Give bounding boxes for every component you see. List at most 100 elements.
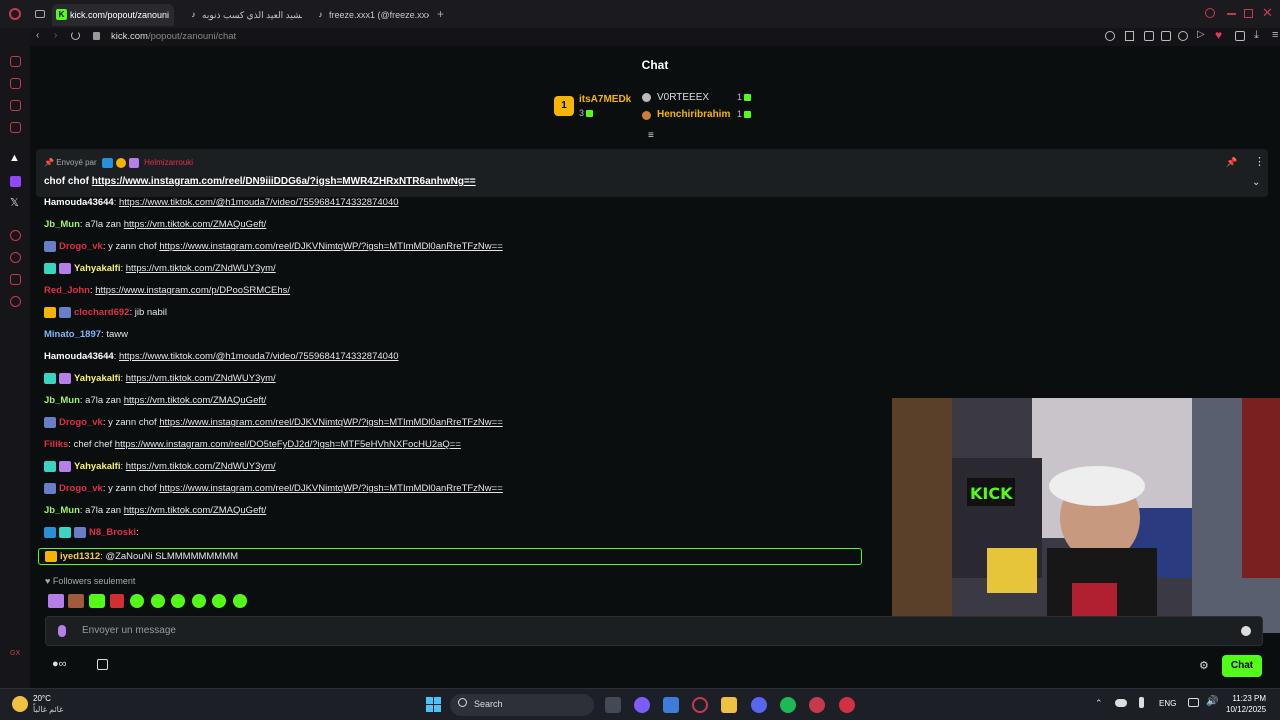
chat-username[interactable]: Hamouda43644 — [44, 351, 114, 362]
weather-icon[interactable] — [12, 696, 28, 712]
clock-time[interactable]: 11:23 PM — [1226, 694, 1266, 703]
volume-icon[interactable]: 🔊 — [1206, 696, 1218, 707]
taskbar-search[interactable]: Search — [450, 694, 594, 716]
minimize-icon[interactable] — [1227, 13, 1236, 15]
microphone-icon[interactable] — [58, 625, 66, 637]
download-icon[interactable]: ⤓ — [1254, 29, 1259, 42]
chat-link[interactable]: https://www.tiktok.com/@h1mouda7/video/7… — [119, 197, 399, 208]
chat-link[interactable]: https://vm.tiktok.com/ZMAQuGeft/ — [124, 395, 267, 406]
file-explorer-icon[interactable] — [721, 697, 737, 713]
opera-icon[interactable] — [809, 697, 825, 713]
chevron-down-icon[interactable]: ⌄ — [1252, 177, 1260, 188]
chat-link[interactable]: https://www.instagram.com/p/DPooSRMCEhs/ — [95, 285, 290, 296]
weather-temp[interactable]: 20°C — [33, 694, 51, 703]
emote-icon[interactable] — [192, 594, 206, 608]
settings-gear-icon[interactable]: ⚙ — [1199, 659, 1209, 672]
pinned-link[interactable]: https://www.instagram.com/reel/DN9iiiDDG… — [92, 176, 476, 187]
leaderboard-first-name[interactable]: itsA7MEDk — [579, 94, 631, 105]
sync-icon[interactable] — [1161, 31, 1171, 41]
heart-icon[interactable]: ♥ — [1215, 28, 1222, 42]
menu-icon[interactable]: ≡ — [1272, 29, 1278, 41]
chat-link[interactable]: https://vm.tiktok.com/ZMAQuGeft/ — [124, 219, 267, 230]
gx-corner-icon[interactable] — [10, 78, 21, 89]
history-icon[interactable] — [10, 252, 21, 263]
emoji-icon[interactable] — [1241, 626, 1251, 636]
emote-icon[interactable] — [130, 594, 144, 608]
settings-icon[interactable] — [10, 296, 21, 307]
gx-control-icon[interactable] — [10, 56, 21, 67]
emote-icon[interactable] — [68, 594, 84, 608]
task-view-icon[interactable] — [605, 697, 621, 713]
emote-icon[interactable] — [233, 594, 247, 608]
infinity-icon[interactable]: ●∞ — [52, 658, 67, 670]
messenger-icon[interactable] — [10, 100, 21, 111]
extensions-icon[interactable] — [10, 274, 21, 285]
pin-action-icon[interactable]: 📌 — [1226, 157, 1237, 168]
account-icon[interactable] — [1235, 31, 1245, 41]
emote-icon[interactable] — [89, 594, 105, 608]
leaderboard-second-name[interactable]: V0RTEEEX — [657, 92, 709, 103]
search-tabs-icon[interactable] — [1205, 8, 1215, 18]
onedrive-icon[interactable] — [1115, 699, 1127, 707]
more-options-icon[interactable]: ⋮ — [1254, 155, 1265, 168]
emote-icon[interactable] — [48, 594, 64, 608]
windows-start-icon[interactable] — [426, 697, 442, 713]
copilot-icon[interactable] — [634, 697, 650, 713]
emote-icon[interactable] — [212, 594, 226, 608]
pinned-sender[interactable]: Helmizarrouki — [144, 158, 193, 167]
bookmark-icon[interactable] — [1125, 31, 1134, 41]
reload-icon[interactable] — [71, 31, 80, 40]
zoom-icon[interactable] — [1105, 31, 1115, 41]
expand-leaderboard-icon[interactable]: ≡ — [648, 130, 654, 141]
app-icon[interactable] — [839, 697, 855, 713]
chat-username[interactable]: Drogo_vk — [59, 417, 103, 428]
url-field[interactable]: kick.com/popout/zanouni/chat — [111, 31, 236, 42]
tray-chevron-icon[interactable]: ⌃ — [1095, 698, 1103, 709]
store-icon[interactable] — [97, 659, 108, 670]
language-indicator[interactable]: ENG — [1159, 699, 1176, 708]
chat-username[interactable]: Filiks — [44, 439, 68, 450]
network-icon[interactable] — [1188, 698, 1199, 707]
vpn-icon[interactable] — [1178, 31, 1188, 41]
clock-date[interactable]: 10/12/2025 — [1226, 705, 1266, 714]
mic-tray-icon[interactable] — [1139, 697, 1144, 708]
chat-link[interactable]: https://vm.tiktok.com/ZNdWUY3ym/ — [126, 373, 276, 384]
maximize-icon[interactable] — [1244, 9, 1253, 18]
emote-icon[interactable] — [171, 594, 185, 608]
player-icon[interactable] — [10, 230, 21, 241]
leaderboard-third-name[interactable]: Henchiribrahim — [657, 109, 730, 120]
send-chat-button[interactable]: Chat — [1222, 655, 1262, 677]
x-sidebar-icon[interactable]: 𝕏 — [10, 196, 19, 209]
store-app-icon[interactable] — [663, 697, 679, 713]
chat-username[interactable]: Yahyakalfi — [74, 461, 120, 472]
chat-username[interactable]: clochard692 — [74, 307, 129, 318]
opera-gx-app-icon[interactable] — [692, 697, 708, 713]
chat-input[interactable]: Envoyer un message — [45, 616, 1263, 646]
chat-link[interactable]: https://vm.tiktok.com/ZMAQuGeft/ — [124, 505, 267, 516]
opera-menu-icon[interactable] — [9, 8, 21, 20]
chat-link[interactable]: https://vm.tiktok.com/ZNdWUY3ym/ — [126, 461, 276, 472]
chat-link[interactable]: https://vm.tiktok.com/ZNdWUY3ym/ — [126, 263, 276, 274]
spotify-icon[interactable] — [780, 697, 796, 713]
workspaces-icon[interactable] — [35, 10, 45, 18]
webcam-overlay[interactable]: KICK — [892, 398, 1280, 633]
chat-link[interactable]: https://www.instagram.com/reel/DO5teFyDJ… — [115, 439, 461, 450]
chat-username[interactable]: Yahyakalfi — [74, 373, 120, 384]
tab-tiktok-1[interactable]: ♪ نشيد العيد الذي كسب ذنوبه — [184, 4, 303, 26]
chat-username[interactable]: Jb_Mun — [44, 219, 80, 230]
twitch-icon[interactable] — [10, 122, 21, 133]
chat-input-placeholder[interactable]: Envoyer un message — [82, 625, 176, 636]
chat-username[interactable]: Drogo_vk — [59, 483, 103, 494]
forward-icon[interactable]: › — [54, 30, 57, 41]
discord-icon[interactable] — [751, 697, 767, 713]
close-icon[interactable]: ✕ — [1262, 5, 1273, 21]
tab-tiktok-2[interactable]: ♪ freeze.xxx1 (@freeze.xxx — [311, 4, 430, 26]
play-icon[interactable]: ▷ — [1197, 29, 1205, 40]
chat-link[interactable]: https://www.instagram.com/reel/DJKVNimtq… — [159, 417, 502, 428]
chat-username[interactable]: iyed1312 — [60, 551, 100, 562]
back-icon[interactable]: ‹ — [36, 30, 39, 41]
emote-icon[interactable] — [110, 594, 124, 608]
chat-username[interactable]: Minato_1897 — [44, 329, 101, 340]
new-tab-icon[interactable]: + — [437, 7, 444, 21]
chat-link[interactable]: https://www.instagram.com/reel/DJKVNimtq… — [159, 241, 502, 252]
